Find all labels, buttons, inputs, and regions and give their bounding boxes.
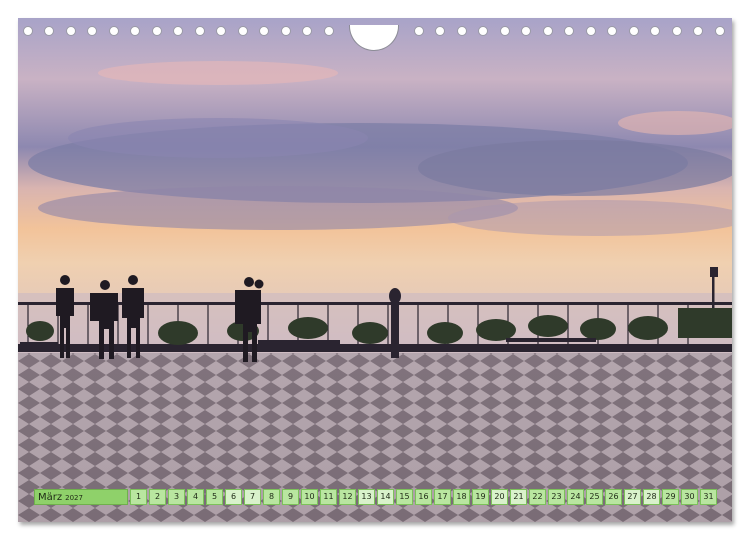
binding-hole [564, 26, 574, 36]
day-cell-4: 4 [187, 489, 204, 505]
day-cell-3: 3 [168, 489, 185, 505]
binding-hole [693, 26, 703, 36]
day-cell-21: 21 [510, 489, 527, 505]
day-cell-23: 23 [548, 489, 565, 505]
day-cell-18: 18 [453, 489, 470, 505]
day-cell-6: 6 [225, 489, 242, 505]
month-label: März 2027 [34, 489, 128, 505]
binding-hole [543, 26, 553, 36]
day-cell-24: 24 [567, 489, 584, 505]
day-cell-12: 12 [339, 489, 356, 505]
day-cell-15: 15 [396, 489, 413, 505]
month-name: März [38, 492, 63, 503]
binding-hole [259, 26, 269, 36]
binding-hole [238, 26, 248, 36]
day-cell-28: 28 [643, 489, 660, 505]
binding-hole [66, 26, 76, 36]
day-cell-2: 2 [149, 489, 166, 505]
day-cell-20: 20 [491, 489, 508, 505]
binding-holes [18, 25, 732, 51]
day-cell-19: 19 [472, 489, 489, 505]
calendar-page: März 2027 1 2 3 4 5 6 7 8 9 10 11 12 13 14 15 16 17 18 19 20… [18, 18, 732, 522]
binding-hole [216, 26, 226, 36]
day-cell-9: 9 [282, 489, 299, 505]
day-cell-26: 26 [605, 489, 622, 505]
binding-hole [457, 26, 467, 36]
day-cell-30: 30 [681, 489, 698, 505]
day-cell-17: 17 [434, 489, 451, 505]
day-cell-5: 5 [206, 489, 223, 505]
calendar-strip: März 2027 1 2 3 4 5 6 7 8 9 10 11 12 13 14 15 16 17 18 19 20… [34, 488, 719, 506]
binding-hole [521, 26, 531, 36]
binding-hole [109, 26, 119, 36]
binding-hole [173, 26, 183, 36]
binding-hole [629, 26, 639, 36]
day-cell-10: 10 [301, 489, 318, 505]
binding-hole [23, 26, 33, 36]
day-cell-22: 22 [529, 489, 546, 505]
binding-hole [152, 26, 162, 36]
day-cell-1: 1 [130, 489, 147, 505]
sunset-terrace-photo [18, 18, 732, 522]
binding-hole [715, 26, 725, 36]
binding-hole [44, 26, 54, 36]
binding-hole [586, 26, 596, 36]
day-cell-8: 8 [263, 489, 280, 505]
day-cell-16: 16 [415, 489, 432, 505]
binding-hole [281, 26, 291, 36]
binding-hole [650, 26, 660, 36]
binding-hole [414, 26, 424, 36]
day-cell-31: 31 [700, 489, 717, 505]
binding-hole [195, 26, 205, 36]
binding-hole [500, 26, 510, 36]
day-cell-25: 25 [586, 489, 603, 505]
binding-hole [130, 26, 140, 36]
binding-hole [324, 26, 334, 36]
day-cells: 1 2 3 4 5 6 7 8 9 10 11 12 13 14 15 16 17 18 19 20 21 22 23 24 2… [130, 489, 719, 505]
binding-hole [672, 26, 682, 36]
year-label: 2027 [65, 494, 83, 502]
day-cell-13: 13 [358, 489, 375, 505]
binding-hole [87, 26, 97, 36]
binding-hole [435, 26, 445, 36]
binding-hole [478, 26, 488, 36]
day-cell-14: 14 [377, 489, 394, 505]
binding-hole [302, 26, 312, 36]
day-cell-11: 11 [320, 489, 337, 505]
day-cell-7: 7 [244, 489, 261, 505]
day-cell-29: 29 [662, 489, 679, 505]
day-cell-27: 27 [624, 489, 641, 505]
binding-hole [607, 26, 617, 36]
